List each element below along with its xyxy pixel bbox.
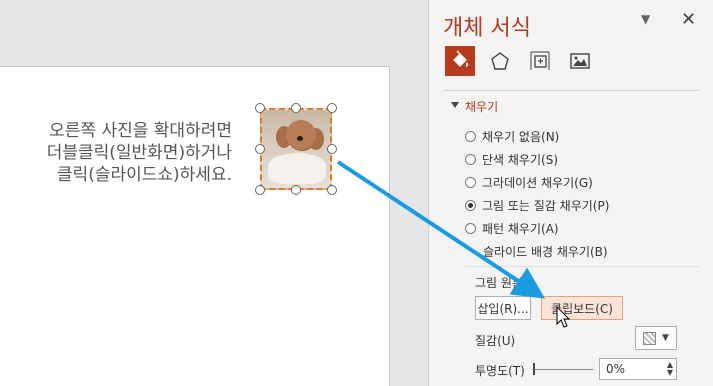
radio-picture-fill[interactable]: 그림 또는 질감 채우기(P) — [465, 197, 609, 214]
close-icon[interactable]: ✕ — [681, 9, 696, 30]
radio-button-checked[interactable] — [465, 200, 476, 211]
puppy-photo[interactable] — [260, 108, 332, 190]
radio-button[interactable] — [465, 177, 476, 188]
chevron-down-icon[interactable]: ▼ — [641, 12, 650, 26]
pane-title: 개체 서식 — [443, 16, 531, 41]
transparency-slider-handle[interactable] — [533, 363, 535, 375]
tab-size-properties[interactable] — [525, 46, 555, 76]
resize-handle-bottom[interactable] — [291, 185, 301, 195]
section-divider — [465, 266, 699, 267]
resize-handle-bottom-right[interactable] — [327, 185, 337, 195]
tab-picture[interactable] — [565, 46, 595, 76]
radio-button[interactable] — [465, 223, 476, 234]
picture-source-label: 그림 원본 — [475, 276, 523, 290]
selected-picture-shape[interactable] — [255, 103, 337, 195]
slide-editor-area: 오른쪽 사진을 확대하려면 더블클릭(일반화면)하거나 클릭(슬라이드쇼)하세요… — [0, 0, 428, 386]
resize-handle-bottom-left[interactable] — [255, 185, 265, 195]
transparency-value: 0% — [606, 362, 626, 376]
radio-label: 채우기 없음(N) — [482, 130, 560, 144]
resize-handle-left[interactable] — [255, 144, 265, 154]
slide-instruction-text[interactable]: 오른쪽 사진을 확대하려면 더블클릭(일반화면)하거나 클릭(슬라이드쇼)하세요… — [8, 120, 232, 186]
radio-button[interactable] — [465, 131, 476, 142]
chevron-down-icon: ▼ — [662, 333, 669, 343]
paint-bucket-icon — [453, 50, 468, 67]
texture-swatch-icon — [643, 331, 657, 345]
pentagon-icon — [491, 52, 509, 70]
radio-gradient-fill[interactable]: 그라데이션 채우기(G) — [465, 174, 593, 191]
texture-label: 질감(U) — [475, 334, 516, 348]
radio-button[interactable] — [465, 154, 476, 165]
transparency-spinner[interactable]: 0% ▲ ▼ — [599, 358, 677, 380]
radio-solid-fill[interactable]: 단색 채우기(S) — [465, 151, 558, 168]
slide-background-fill-option: 슬라이드 배경 채우기(B) — [483, 245, 608, 259]
tab-fill-line[interactable] — [445, 46, 475, 76]
fill-section-title[interactable]: 채우기 — [465, 98, 498, 115]
radio-label: 그림 또는 질감 채우기(P) — [482, 199, 610, 213]
texture-dropdown[interactable]: ▼ — [635, 326, 677, 350]
collapse-triangle-icon[interactable] — [451, 102, 459, 108]
radio-label: 패턴 채우기(A) — [482, 222, 559, 236]
picture-icon — [570, 53, 590, 69]
tab-effects[interactable] — [485, 46, 515, 76]
clipboard-button[interactable]: 클립보드(C) — [541, 296, 623, 320]
resize-handle-top-left[interactable] — [255, 103, 265, 113]
radio-label: 그라데이션 채우기(G) — [482, 176, 593, 190]
radio-no-fill[interactable]: 채우기 없음(N) — [465, 128, 559, 145]
resize-handle-top[interactable] — [291, 103, 301, 113]
insert-button[interactable]: 삽입(R)... — [475, 296, 531, 320]
transparency-label: 투명도(T) — [475, 364, 525, 378]
tab-divider — [443, 90, 699, 91]
size-position-icon — [530, 51, 550, 70]
resize-handle-top-right[interactable] — [327, 103, 337, 113]
mouse-pointer-icon — [556, 306, 571, 328]
radio-label: 단색 채우기(S) — [482, 153, 558, 167]
transparency-slider-track[interactable] — [533, 369, 593, 370]
spinner-arrows-icon[interactable]: ▲ ▼ — [667, 361, 673, 377]
radio-pattern-fill[interactable]: 패턴 채우기(A) — [465, 220, 559, 237]
resize-handle-right[interactable] — [327, 144, 337, 154]
